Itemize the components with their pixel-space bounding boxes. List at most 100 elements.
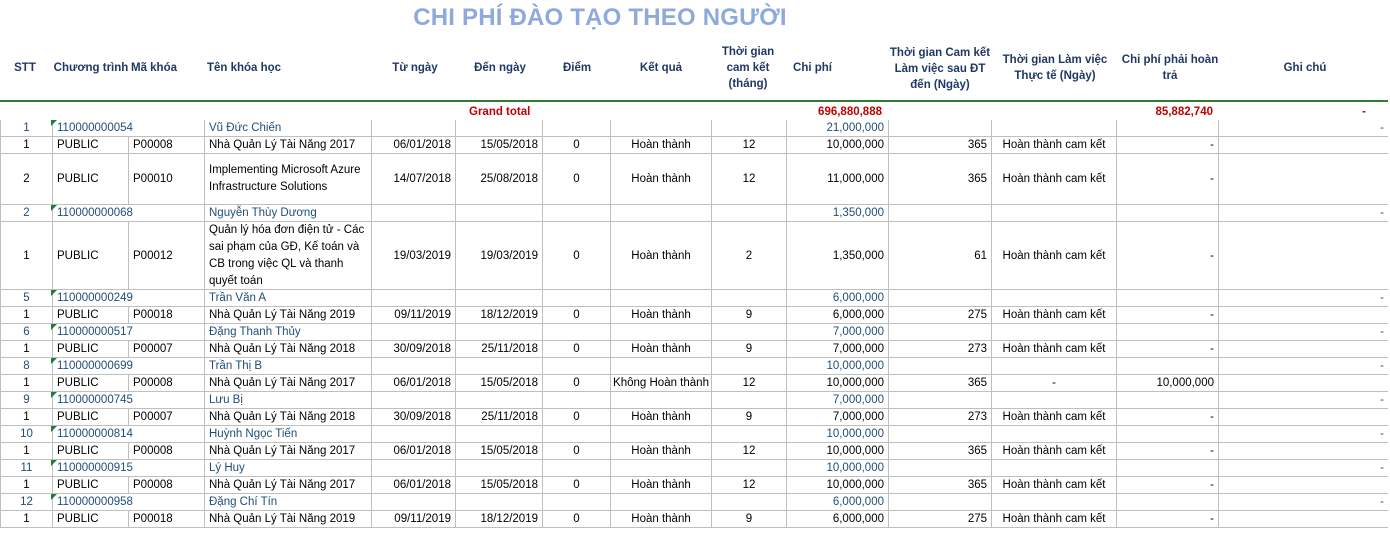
course-cell-tt[interactable]: Hoàn thành cam kết	[991, 477, 1116, 494]
course-cell-tt[interactable]: Hoàn thành cam kết	[991, 511, 1116, 528]
course-cell-ck[interactable]: 365	[888, 477, 991, 494]
course-cell-ma[interactable]: P00008	[128, 375, 204, 392]
header-chi-phi[interactable]: Chi phí	[785, 34, 840, 102]
course-cell-ma[interactable]: P00012	[128, 222, 204, 290]
person-cell[interactable]	[455, 494, 542, 511]
person-cell[interactable]	[610, 290, 711, 307]
course-cell-kq[interactable]: Hoàn thành	[610, 222, 711, 290]
course-cell-ct[interactable]: PUBLIC	[52, 409, 128, 426]
course-cell-tu[interactable]: 06/01/2018	[371, 443, 455, 460]
course-cell-ck[interactable]: 365	[888, 375, 991, 392]
person-cell[interactable]	[991, 290, 1116, 307]
person-ghi-chu[interactable]: -	[1218, 358, 1388, 375]
course-cell-den[interactable]: 15/05/2018	[455, 375, 542, 392]
course-cell-ma[interactable]: P00018	[128, 511, 204, 528]
course-cell-ten[interactable]: Nhà Quản Lý Tài Năng 2019	[204, 511, 371, 528]
course-cell-stt[interactable]: 1	[0, 409, 52, 426]
course-cell-ct[interactable]: PUBLIC	[52, 341, 128, 358]
person-cell[interactable]	[991, 494, 1116, 511]
course-cell-tg[interactable]: 2	[711, 222, 786, 290]
course-cell-kq[interactable]: Hoàn thành	[610, 477, 711, 494]
person-cell[interactable]	[610, 392, 711, 409]
header-ghi-chu[interactable]: Ghi chú	[1220, 34, 1390, 102]
course-cell-kq[interactable]: Hoàn thành	[610, 409, 711, 426]
course-cell-stt[interactable]: 1	[0, 477, 52, 494]
course-cell-ck[interactable]: 275	[888, 511, 991, 528]
person-stt[interactable]: 12	[0, 494, 52, 511]
person-ghi-chu[interactable]: -	[1218, 205, 1388, 222]
course-cell-ck[interactable]: 273	[888, 409, 991, 426]
course-cell-tu[interactable]: 09/11/2019	[371, 511, 455, 528]
course-cell-diem[interactable]: 0	[542, 375, 610, 392]
course-cell-diem[interactable]: 0	[542, 341, 610, 358]
course-cell-den[interactable]: 18/12/2019	[455, 307, 542, 324]
person-cell[interactable]	[371, 205, 455, 222]
person-cell[interactable]	[610, 324, 711, 341]
course-cell-stt[interactable]: 1	[0, 375, 52, 392]
person-ghi-chu[interactable]: -	[1218, 494, 1388, 511]
course-cell-den[interactable]: 18/12/2019	[455, 511, 542, 528]
course-cell-ht[interactable]: -	[1116, 443, 1218, 460]
course-cell-diem[interactable]: 0	[542, 222, 610, 290]
course-cell-den[interactable]: 25/11/2018	[455, 409, 542, 426]
employee-code[interactable]: 110000000699	[52, 358, 204, 375]
person-cell[interactable]	[542, 324, 610, 341]
person-stt[interactable]: 8	[0, 358, 52, 375]
course-cell-ck[interactable]: 61	[888, 222, 991, 290]
person-cell[interactable]	[542, 392, 610, 409]
course-cell-ck[interactable]: 275	[888, 307, 991, 324]
person-cell[interactable]	[991, 324, 1116, 341]
person-cell[interactable]	[371, 324, 455, 341]
person-cell[interactable]	[888, 494, 991, 511]
header-chuong-trinh[interactable]: Chương trình	[52, 34, 130, 102]
person-cell[interactable]	[455, 205, 542, 222]
employee-code[interactable]: 110000000068	[52, 205, 204, 222]
employee-name[interactable]: Lưu Bị	[204, 392, 371, 409]
header-ket-qua[interactable]: Kết quả	[611, 34, 711, 102]
course-cell-ht[interactable]: -	[1116, 341, 1218, 358]
person-cell[interactable]	[1116, 324, 1218, 341]
course-cell-gc[interactable]	[1218, 409, 1388, 426]
person-cell[interactable]	[542, 205, 610, 222]
employee-code[interactable]: 110000000054	[52, 120, 204, 137]
employee-name[interactable]: Lý Huy	[204, 460, 371, 477]
course-cell-tu[interactable]: 06/01/2018	[371, 477, 455, 494]
course-cell-kq[interactable]: Hoàn thành	[610, 511, 711, 528]
course-cell-ten[interactable]: Quản lý hóa đơn điện tử - Các sai phạm c…	[204, 222, 371, 290]
course-cell-tu[interactable]: 14/07/2018	[371, 154, 455, 205]
course-cell-kq[interactable]: Hoàn thành	[610, 443, 711, 460]
course-cell-stt[interactable]: 1	[0, 137, 52, 154]
course-cell-ct[interactable]: PUBLIC	[52, 154, 128, 205]
course-cell-gc[interactable]	[1218, 443, 1388, 460]
person-cell[interactable]	[888, 120, 991, 137]
person-cell[interactable]	[1116, 426, 1218, 443]
course-cell-ten[interactable]: Implementing Microsoft Azure Infrastruct…	[204, 154, 371, 205]
course-cell-ck[interactable]: 365	[888, 154, 991, 205]
person-ghi-chu[interactable]: -	[1218, 120, 1388, 137]
course-cell-cp[interactable]: 11,000,000	[786, 154, 888, 205]
course-cell-tg[interactable]: 9	[711, 511, 786, 528]
course-cell-ten[interactable]: Nhà Quản Lý Tài Năng 2017	[204, 375, 371, 392]
course-cell-diem[interactable]: 0	[542, 511, 610, 528]
person-cell[interactable]	[711, 392, 786, 409]
person-chi-phi[interactable]: 6,000,000	[786, 290, 888, 307]
person-cell[interactable]	[1116, 358, 1218, 375]
course-cell-ck[interactable]: 365	[888, 443, 991, 460]
course-cell-ma[interactable]: P00008	[128, 137, 204, 154]
course-cell-gc[interactable]	[1218, 511, 1388, 528]
course-cell-cp[interactable]: 6,000,000	[786, 307, 888, 324]
course-cell-ht[interactable]: -	[1116, 409, 1218, 426]
header-tu-ngay[interactable]: Từ ngày	[375, 34, 455, 102]
course-cell-ma[interactable]: P00008	[128, 443, 204, 460]
header-diem[interactable]: Điểm	[543, 34, 611, 102]
header-tg-cam-ket-sau-dt[interactable]: Thời gian Cam kết Làm việc sau ĐT đến (N…	[888, 34, 992, 104]
person-cell[interactable]	[711, 494, 786, 511]
person-cell[interactable]	[610, 358, 711, 375]
person-chi-phi[interactable]: 1,350,000	[786, 205, 888, 222]
person-cell[interactable]	[711, 120, 786, 137]
person-cell[interactable]	[455, 460, 542, 477]
person-stt[interactable]: 5	[0, 290, 52, 307]
person-cell[interactable]	[1116, 460, 1218, 477]
person-cell[interactable]	[711, 290, 786, 307]
person-chi-phi[interactable]: 7,000,000	[786, 392, 888, 409]
